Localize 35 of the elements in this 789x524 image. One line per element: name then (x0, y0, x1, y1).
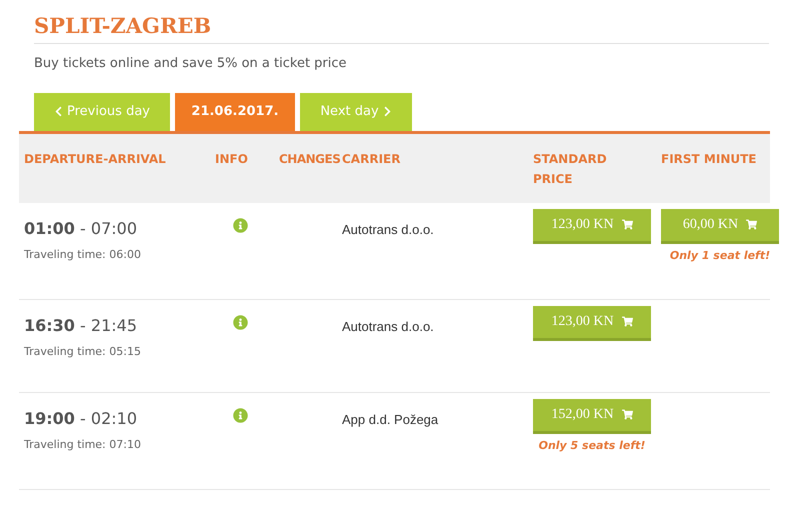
departure-arrival-time: 01:00 - 07:00 (24, 218, 138, 240)
cart-icon (622, 409, 633, 420)
day-tab[interactable]: Next day (300, 92, 412, 130)
seats-left-note: Only 1 seat left! (670, 248, 770, 264)
price-button[interactable]: 123,00 KN (533, 306, 651, 340)
subtitle: Buy tickets online and save 5% on a ticket price (34, 55, 348, 73)
carrier-name: Autotrans d.o.o. (342, 318, 434, 334)
day-tab[interactable]: Previous day (34, 92, 170, 130)
seats-left-note: Only 5 seats left! (538, 438, 646, 454)
departure-arrival-time: 19:00 - 02:10 (24, 408, 138, 430)
chevron-left-icon (54, 106, 63, 117)
carrier-name: App d.d. Požega (342, 412, 438, 426)
column-header: CHANGES (279, 150, 342, 168)
price-button[interactable]: 152,00 KN (533, 398, 651, 434)
column-header: STANDARD PRICE (533, 150, 608, 188)
cart-icon (746, 219, 758, 230)
traveling-time: Traveling time: 05:15 (24, 344, 142, 360)
carrier-name: Autotrans d.o.o. (342, 222, 434, 236)
column-header: CARRIER (342, 150, 402, 168)
info-icon[interactable] (233, 314, 248, 330)
traveling-time: Traveling time: 06:00 (24, 246, 142, 262)
traveling-time: Traveling time: 07:10 (24, 436, 142, 452)
price-button[interactable]: 60,00 KN (661, 208, 779, 244)
info-icon[interactable] (233, 218, 248, 232)
column-header: FIRST MINUTE (661, 150, 758, 168)
column-header: INFO (215, 150, 249, 168)
day-tab[interactable]: 21.06.2017. (175, 92, 295, 130)
cart-icon (622, 316, 633, 327)
departure-arrival-time: 16:30 - 21:45 (24, 314, 138, 336)
page-title: SPLIT-ZAGREB (34, 12, 212, 40)
column-header: DEPARTURE-ARRIVAL (23, 150, 167, 168)
chevron-right-icon (382, 106, 392, 117)
price-button[interactable]: 123,00 KN (533, 208, 651, 244)
info-icon[interactable] (233, 408, 248, 422)
cart-icon (622, 219, 633, 230)
